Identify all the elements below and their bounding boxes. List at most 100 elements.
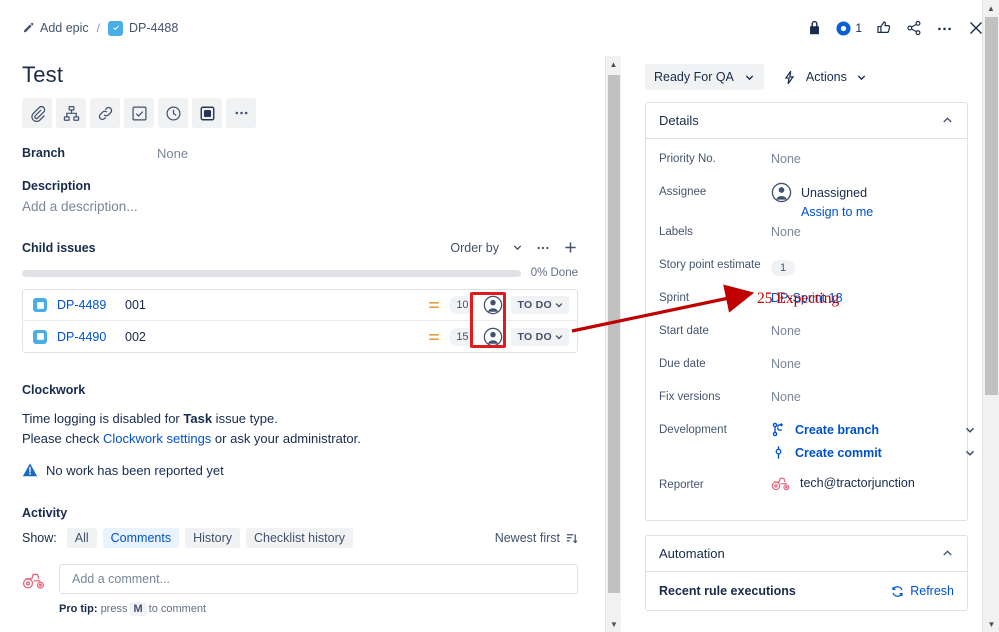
show-label: Show: xyxy=(22,531,57,545)
field-value[interactable]: None xyxy=(771,354,801,371)
assignee-line[interactable]: Unassigned xyxy=(771,182,873,203)
chevron-down-icon[interactable] xyxy=(964,447,976,459)
scroll-down-arrow-icon[interactable]: ▼ xyxy=(606,616,622,632)
assign-to-me-link[interactable]: Assign to me xyxy=(801,205,873,219)
protip-post: to comment xyxy=(148,603,207,615)
clockwork-settings-message: Please check Clockwork settings or ask y… xyxy=(22,429,578,449)
reporter-line[interactable]: tech@tractorjunction xyxy=(771,475,915,491)
story-points-badge[interactable]: 15 xyxy=(449,327,476,346)
issue-key-link[interactable]: DP-4488 xyxy=(108,20,179,36)
clockwork-check-post: or ask your administrator. xyxy=(211,430,361,446)
story-point-estimate-value[interactable]: 1 xyxy=(771,260,796,276)
avatar[interactable] xyxy=(483,295,503,315)
status-dropdown[interactable]: TO DO xyxy=(511,296,569,314)
automation-panel-header[interactable]: Automation xyxy=(646,536,967,572)
add-child-issue-icon[interactable] xyxy=(563,240,578,255)
order-by-button[interactable]: Order by xyxy=(450,241,523,255)
add-comment-input[interactable]: Add a comment... xyxy=(59,564,578,594)
comment-protip: Pro tip: press Mto comment xyxy=(59,602,578,616)
annotation-callout-text: 25 Expecting xyxy=(757,290,840,307)
create-branch-link[interactable]: Create branch xyxy=(795,423,879,437)
issue-key-label: DP-4488 xyxy=(129,21,179,35)
field-value[interactable]: None xyxy=(771,222,801,239)
activity-sort-button[interactable]: Newest first xyxy=(495,531,578,545)
add-epic-link[interactable]: Add epic xyxy=(22,21,89,35)
field-label: Fix versions xyxy=(659,391,721,403)
protip-key: M xyxy=(129,602,147,616)
story-points-badge[interactable]: 10 xyxy=(449,296,476,314)
page-scroll-up-arrow-icon[interactable]: ▲ xyxy=(983,0,999,16)
development-links: Create branch Create commit xyxy=(771,420,976,460)
avatar[interactable] xyxy=(483,327,503,347)
chevron-down-icon xyxy=(555,303,563,308)
watch-eye-button[interactable]: 1 xyxy=(836,20,862,36)
lightning-bolt-icon xyxy=(784,70,795,84)
status-dropdown[interactable]: TO DO xyxy=(511,327,569,346)
workflow-status-dropdown[interactable]: Ready For QA xyxy=(645,64,764,90)
more-actions-icon[interactable] xyxy=(936,20,953,36)
chevron-down-icon[interactable] xyxy=(964,424,976,436)
more-icon[interactable] xyxy=(226,98,256,128)
page-scrollbar-thumb[interactable] xyxy=(985,17,998,395)
chevron-down-icon xyxy=(513,245,522,251)
clockwork-check-pre: Please check xyxy=(22,430,103,446)
field-reporter: Reporter tech@tractorjunction xyxy=(659,475,954,505)
subtask-type-icon xyxy=(33,298,47,312)
activity-filter-checklist-history[interactable]: Checklist history xyxy=(246,528,353,548)
create-commit-link[interactable]: Create commit xyxy=(795,446,882,460)
table-row[interactable]: DP-4490 002 15 TO DO xyxy=(23,321,577,352)
content-scrollbar[interactable]: ▲ ▼ xyxy=(605,56,621,632)
clockwork-settings-link[interactable]: Clockwork settings xyxy=(103,431,211,446)
checklist-icon[interactable] xyxy=(124,98,154,128)
scrollbar-thumb[interactable] xyxy=(608,75,620,593)
protip-mid: press xyxy=(100,603,128,615)
field-value[interactable]: None xyxy=(771,321,801,338)
branch-value[interactable]: None xyxy=(157,146,188,161)
priority-medium-icon xyxy=(427,330,441,344)
page-scrollbar[interactable]: ▲ ▼ xyxy=(982,0,999,632)
tractor-avatar-icon xyxy=(771,477,790,491)
link-icon[interactable] xyxy=(90,98,120,128)
field-value[interactable]: None xyxy=(771,387,801,404)
page-scroll-down-arrow-icon[interactable]: ▼ xyxy=(983,616,999,632)
child-issue-key[interactable]: DP-4489 xyxy=(57,298,109,312)
scroll-up-arrow-icon[interactable]: ▲ xyxy=(606,56,621,72)
app-icon[interactable] xyxy=(192,98,222,128)
child-issues-more-icon[interactable] xyxy=(535,241,551,255)
refresh-label: Refresh xyxy=(910,584,954,598)
protip-prefix: Pro tip: xyxy=(59,603,98,615)
clock-icon[interactable] xyxy=(158,98,188,128)
clockwork-warning: No work has been reported yet xyxy=(22,462,578,478)
chevron-up-icon[interactable] xyxy=(941,547,954,560)
warning-triangle-icon xyxy=(22,463,38,477)
activity-filter-history[interactable]: History xyxy=(185,528,240,548)
field-label: Reporter xyxy=(659,479,704,491)
status-label: TO DO xyxy=(517,330,552,343)
comment-area: Add a comment... Pro tip: press Mto comme… xyxy=(59,564,578,616)
create-branch-row[interactable]: Create branch xyxy=(771,422,976,437)
create-commit-row[interactable]: Create commit xyxy=(771,445,976,460)
child-issue-summary: 002 xyxy=(125,329,146,344)
actions-label: Actions xyxy=(805,70,847,84)
details-panel-header[interactable]: Details xyxy=(646,103,967,139)
table-row[interactable]: DP-4489 001 10 TO DO xyxy=(23,290,577,321)
automation-panel-title: Automation xyxy=(659,546,725,561)
field-development: Development Create branch Create commit xyxy=(659,420,975,472)
actions-dropdown[interactable]: Actions xyxy=(782,70,867,85)
lock-icon[interactable] xyxy=(807,20,822,36)
child-issue-meta: 15 TO DO xyxy=(427,327,569,347)
activity-filter-all[interactable]: All xyxy=(66,528,97,548)
field-due-date: Due date None xyxy=(659,354,954,384)
child-issue-icon[interactable] xyxy=(56,98,86,128)
refresh-button[interactable]: Refresh xyxy=(891,584,954,598)
activity-filter-comments[interactable]: Comments xyxy=(102,528,180,548)
chevron-up-icon[interactable] xyxy=(941,114,954,127)
activity-sort-label: Newest first xyxy=(494,531,560,545)
share-icon[interactable] xyxy=(906,20,922,36)
field-value[interactable]: None xyxy=(771,149,801,166)
status-label: TO DO xyxy=(517,299,552,311)
attach-icon[interactable] xyxy=(22,98,52,128)
like-thumbs-up-icon[interactable] xyxy=(876,20,892,36)
child-issue-key[interactable]: DP-4490 xyxy=(57,330,109,344)
description-input[interactable]: Add a description... xyxy=(22,199,578,214)
